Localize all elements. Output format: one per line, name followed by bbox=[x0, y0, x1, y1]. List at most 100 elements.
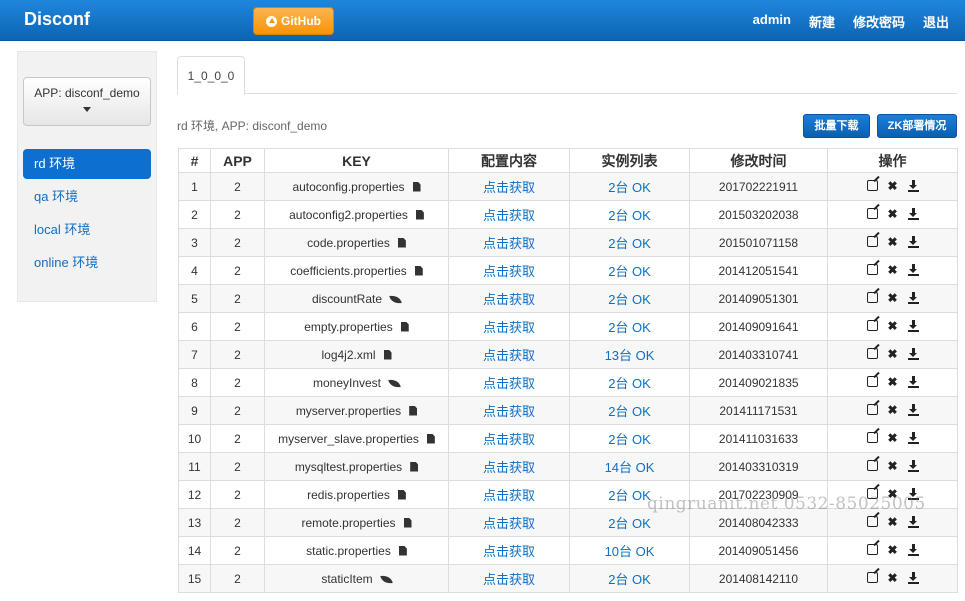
get-content-link[interactable]: 点击获取 bbox=[483, 404, 535, 419]
cell-actions: ✖ bbox=[827, 284, 958, 313]
download-icon[interactable] bbox=[907, 515, 919, 528]
edit-icon[interactable] bbox=[866, 404, 878, 416]
delete-icon[interactable]: ✖ bbox=[887, 291, 899, 305]
delete-icon[interactable]: ✖ bbox=[887, 431, 899, 445]
download-icon[interactable] bbox=[907, 403, 919, 416]
edit-icon[interactable] bbox=[866, 516, 878, 528]
zk-status-button[interactable]: ZK部署情况 bbox=[877, 114, 957, 138]
instances-link[interactable]: 13台 OK bbox=[605, 348, 655, 363]
get-content-link[interactable]: 点击获取 bbox=[483, 180, 535, 195]
delete-icon[interactable]: ✖ bbox=[887, 487, 899, 501]
edit-icon[interactable] bbox=[866, 432, 878, 444]
env-item-rd[interactable]: rd 环境 bbox=[23, 149, 151, 179]
delete-icon[interactable]: ✖ bbox=[887, 459, 899, 473]
env-item-qa[interactable]: qa 环境 bbox=[23, 182, 151, 212]
get-content-link[interactable]: 点击获取 bbox=[483, 236, 535, 251]
instances-link[interactable]: 2台 OK bbox=[608, 572, 651, 587]
edit-icon[interactable] bbox=[866, 348, 878, 360]
instances-link[interactable]: 2台 OK bbox=[608, 180, 651, 195]
get-content-link[interactable]: 点击获取 bbox=[483, 208, 535, 223]
nav-new[interactable]: 新建 bbox=[809, 12, 835, 31]
instances-link[interactable]: 2台 OK bbox=[608, 264, 651, 279]
download-icon[interactable] bbox=[907, 319, 919, 332]
get-content-link[interactable]: 点击获取 bbox=[483, 544, 535, 559]
tab-version[interactable]: 1_0_0_0 bbox=[177, 56, 245, 95]
instances-link[interactable]: 2台 OK bbox=[608, 236, 651, 251]
get-content-link[interactable]: 点击获取 bbox=[483, 292, 535, 307]
cell-app: 2 bbox=[210, 480, 265, 509]
download-icon[interactable] bbox=[907, 263, 919, 276]
edit-icon[interactable] bbox=[866, 460, 878, 472]
edit-icon[interactable] bbox=[866, 376, 878, 388]
download-icon[interactable] bbox=[907, 207, 919, 220]
batch-download-button[interactable]: 批量下载 bbox=[803, 114, 870, 138]
edit-icon[interactable] bbox=[866, 488, 878, 500]
delete-icon[interactable]: ✖ bbox=[887, 543, 899, 557]
edit-icon[interactable] bbox=[866, 180, 878, 192]
download-icon[interactable] bbox=[907, 347, 919, 360]
delete-icon[interactable]: ✖ bbox=[887, 347, 899, 361]
instances-link[interactable]: 2台 OK bbox=[608, 292, 651, 307]
delete-icon[interactable]: ✖ bbox=[887, 263, 899, 277]
download-icon[interactable] bbox=[907, 543, 919, 556]
delete-icon[interactable]: ✖ bbox=[887, 571, 899, 585]
get-content-link[interactable]: 点击获取 bbox=[483, 348, 535, 363]
env-item-online[interactable]: online 环境 bbox=[23, 248, 151, 278]
nav-logout[interactable]: 退出 bbox=[923, 12, 949, 31]
download-icon[interactable] bbox=[907, 431, 919, 444]
instances-link[interactable]: 2台 OK bbox=[608, 488, 651, 503]
table-row: 4 2 coefficients.properties 点击获取 2台 OK 201412… bbox=[178, 256, 958, 285]
get-content-link[interactable]: 点击获取 bbox=[483, 264, 535, 279]
edit-icon[interactable] bbox=[866, 544, 878, 556]
nav-change-password[interactable]: 修改密码 bbox=[853, 12, 905, 31]
table-row: 10 2 myserver_slave.properties 点击获取 2台 OK 201… bbox=[178, 424, 958, 453]
delete-icon[interactable]: ✖ bbox=[887, 375, 899, 389]
instances-link[interactable]: 2台 OK bbox=[608, 516, 651, 531]
edit-icon[interactable] bbox=[866, 208, 878, 220]
download-icon[interactable] bbox=[907, 235, 919, 248]
delete-icon[interactable]: ✖ bbox=[887, 319, 899, 333]
download-icon[interactable] bbox=[907, 487, 919, 500]
instances-link[interactable]: 2台 OK bbox=[608, 320, 651, 335]
get-content-link[interactable]: 点击获取 bbox=[483, 572, 535, 587]
get-content-link[interactable]: 点击获取 bbox=[483, 320, 535, 335]
get-content-link[interactable]: 点击获取 bbox=[483, 460, 535, 475]
download-icon[interactable] bbox=[907, 375, 919, 388]
delete-icon[interactable]: ✖ bbox=[887, 235, 899, 249]
edit-icon[interactable] bbox=[866, 236, 878, 248]
edit-icon[interactable] bbox=[866, 320, 878, 332]
delete-icon[interactable]: ✖ bbox=[887, 179, 899, 193]
download-icon[interactable] bbox=[907, 459, 919, 472]
instances-link[interactable]: 2台 OK bbox=[608, 208, 651, 223]
table-row: 7 2 log4j2.xml 点击获取 13台 OK 201403310741 ✖ bbox=[178, 340, 958, 369]
app-select-dropdown[interactable]: APP: disconf_demo bbox=[23, 77, 151, 126]
cell-content: 点击获取 bbox=[448, 396, 570, 425]
download-icon[interactable] bbox=[907, 571, 919, 584]
get-content-link[interactable]: 点击获取 bbox=[483, 376, 535, 391]
cell-content: 点击获取 bbox=[448, 228, 570, 257]
delete-icon[interactable]: ✖ bbox=[887, 515, 899, 529]
brand-logo[interactable]: Disconf bbox=[24, 9, 90, 30]
instances-link[interactable]: 14台 OK bbox=[605, 460, 655, 475]
edit-icon[interactable] bbox=[866, 572, 878, 584]
cell-app: 2 bbox=[210, 424, 265, 453]
download-icon[interactable] bbox=[907, 291, 919, 304]
instances-link[interactable]: 10台 OK bbox=[605, 544, 655, 559]
instances-link[interactable]: 2台 OK bbox=[608, 404, 651, 419]
github-button[interactable]: GitHub bbox=[253, 7, 334, 35]
instances-link[interactable]: 2台 OK bbox=[608, 376, 651, 391]
edit-icon[interactable] bbox=[866, 264, 878, 276]
get-content-link[interactable]: 点击获取 bbox=[483, 488, 535, 503]
delete-icon[interactable]: ✖ bbox=[887, 403, 899, 417]
instances-link[interactable]: 2台 OK bbox=[608, 432, 651, 447]
key-label: log4j2.xml bbox=[321, 347, 376, 362]
edit-icon[interactable] bbox=[866, 292, 878, 304]
delete-icon[interactable]: ✖ bbox=[887, 207, 899, 221]
key-label: redis.properties bbox=[307, 487, 390, 502]
download-icon[interactable] bbox=[907, 179, 919, 192]
get-content-link[interactable]: 点击获取 bbox=[483, 516, 535, 531]
get-content-link[interactable]: 点击获取 bbox=[483, 432, 535, 447]
file-icon bbox=[398, 545, 407, 556]
nav-user[interactable]: admin bbox=[753, 12, 791, 31]
env-item-local[interactable]: local 环境 bbox=[23, 215, 151, 245]
